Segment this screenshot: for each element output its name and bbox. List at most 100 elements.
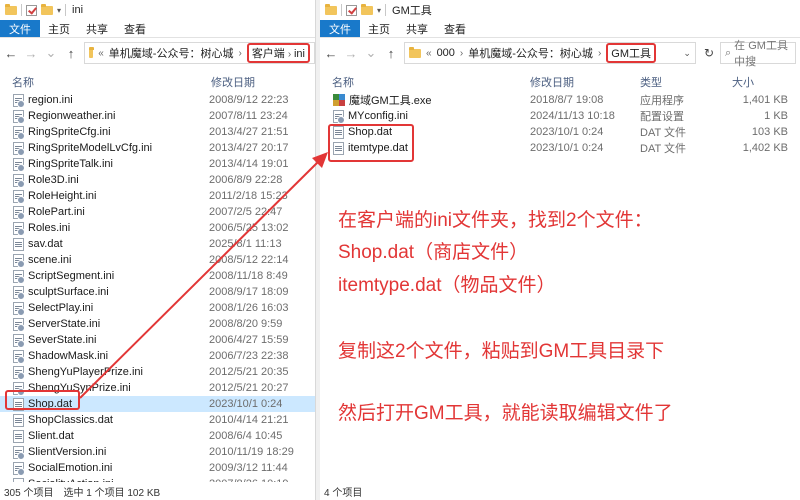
refresh-icon[interactable]: ↻ [702, 46, 714, 60]
up-icon[interactable]: ↑ [384, 46, 398, 61]
file-row[interactable]: Shop.dat 2023/10/1 0:24 DAT 文件 103 KB [320, 124, 800, 140]
file-date: 2008/8/20 9:59 [209, 318, 283, 330]
file-name: scene.ini [28, 254, 72, 266]
file-row[interactable]: RingSpriteModelLvCfg.ini 2013/4/27 20:17 [0, 140, 315, 156]
tab-view[interactable]: 查看 [436, 20, 474, 37]
toolbar-divider [385, 4, 387, 16]
file-row[interactable]: itemtype.dat 2023/10/1 0:24 DAT 文件 1,402 KB [320, 140, 800, 156]
config-file-icon [13, 189, 25, 204]
back-icon[interactable]: ← [4, 46, 18, 61]
file-row[interactable]: RingSpriteCfg.ini 2013/4/27 21:51 [0, 124, 315, 140]
file-row[interactable]: scene.ini 2008/5/12 22:14 [0, 252, 315, 268]
file-row[interactable]: sculptSurface.ini 2008/9/17 18:09 [0, 284, 315, 300]
breadcrumb-000[interactable]: 000 [437, 47, 455, 59]
breadcrumb-client-ini[interactable]: 客户端 › ini [246, 43, 310, 63]
file-row[interactable]: Role3D.ini 2006/8/9 22:28 [0, 172, 315, 188]
folder-icon[interactable] [325, 3, 337, 15]
file-row[interactable]: Regionweather.ini 2007/8/11 23:24 [0, 108, 315, 124]
tab-home[interactable]: 主页 [40, 20, 78, 37]
config-file-icon [13, 125, 25, 140]
file-row[interactable]: MYconfig.ini 2024/11/13 10:18 配置设置 1 KB [320, 108, 800, 124]
file-row[interactable]: ShengYuSynPrize.ini 2012/5/21 20:27 [0, 380, 315, 396]
file-row[interactable]: RoleHeight.ini 2011/2/18 15:23 [0, 188, 315, 204]
window-title: ini [72, 4, 84, 16]
file-row[interactable]: Roles.ini 2006/5/25 13:02 [0, 220, 315, 236]
file-row[interactable]: SeverState.ini 2006/4/27 15:59 [0, 332, 315, 348]
chevron-down-icon[interactable]: ▾ [57, 6, 61, 15]
forward-icon[interactable]: → [24, 46, 38, 61]
recent-chevron-icon[interactable]: ⌄ [364, 45, 378, 61]
file-row[interactable]: region.ini 2008/9/12 22:23 [0, 92, 315, 108]
breadcrumb-client[interactable]: 客户端 [252, 48, 285, 60]
breadcrumb-ini[interactable]: ini [294, 48, 305, 60]
file-row[interactable]: SelectPlay.ini 2008/1/26 16:03 [0, 300, 315, 316]
file-name: sculptSurface.ini [28, 286, 109, 298]
forward-icon[interactable]: → [344, 46, 358, 61]
tab-file[interactable]: 文件 [0, 20, 40, 37]
file-row[interactable]: Shop.dat 2023/10/1 0:24 [0, 396, 315, 412]
app-icon [333, 94, 345, 106]
quick-access-toolbar: ▾ [5, 3, 67, 16]
properties-icon[interactable] [346, 4, 357, 16]
tab-view[interactable]: 查看 [116, 20, 154, 37]
column-size[interactable]: 大小 [732, 74, 754, 90]
file-row[interactable]: ServerState.ini 2008/8/20 9:59 [0, 316, 315, 332]
file-row[interactable]: SocialEmotion.ini 2009/3/12 11:44 [0, 460, 315, 476]
file-row[interactable]: SlientVersion.ini 2010/11/19 18:29 [0, 444, 315, 460]
right-titlebar: ▾ GM工具 [320, 0, 800, 20]
folder-icon[interactable] [5, 3, 17, 15]
column-date[interactable]: 修改日期 [211, 74, 255, 90]
file-name: Roles.ini [28, 222, 71, 234]
properties-icon[interactable] [26, 4, 37, 16]
chevron-down-icon[interactable]: ⌄ [683, 48, 691, 59]
chevron-right-icon[interactable]: › [238, 48, 241, 59]
new-folder-icon[interactable] [41, 3, 53, 15]
file-row[interactable]: ShengYuPlayerPrize.ini 2012/5/21 20:35 [0, 364, 315, 380]
breadcrumb-root[interactable]: 单机魔域-公众号：树心城 [468, 45, 593, 61]
address-row: ← → ⌄ ↑ « 000 › 单机魔域-公众号：树心城 › GM工具 ⌄ ↻ … [320, 38, 800, 68]
column-date[interactable]: 修改日期 [530, 74, 574, 90]
address-bar[interactable]: « 单机魔域-公众号：树心城 › 客户端 › ini [84, 42, 315, 64]
breadcrumb-gm-tool[interactable]: GM工具 [606, 43, 657, 63]
file-row[interactable]: 魔域GM工具.exe 2018/8/7 19:08 应用程序 1,401 KB [320, 92, 800, 108]
breadcrumb-overflow[interactable]: « [98, 48, 104, 59]
config-file-icon [13, 317, 25, 332]
search-icon: ⌕ [725, 46, 732, 59]
tab-share[interactable]: 共享 [398, 20, 436, 37]
tab-share[interactable]: 共享 [78, 20, 116, 37]
file-row[interactable]: ShadowMask.ini 2006/7/23 22:38 [0, 348, 315, 364]
file-row[interactable]: ShopClassics.dat 2010/4/14 21:21 [0, 412, 315, 428]
file-row[interactable]: RolePart.ini 2007/2/5 22:47 [0, 204, 315, 220]
file-row[interactable]: RingSpriteTalk.ini 2013/4/14 19:01 [0, 156, 315, 172]
search-input[interactable]: ⌕ 在 GM工具 中搜 [720, 40, 796, 68]
file-date: 2012/5/21 20:35 [209, 366, 289, 378]
back-icon[interactable]: ← [324, 46, 338, 61]
file-date: 2006/8/9 22:28 [209, 174, 283, 186]
tab-home[interactable]: 主页 [360, 20, 398, 37]
file-icon [333, 141, 344, 155]
folder-icon [89, 46, 95, 58]
file-name: ShengYuPlayerPrize.ini [28, 366, 143, 378]
column-headers: 名称 修改日期 类型 大小 [320, 72, 800, 92]
breadcrumb-root[interactable]: 单机魔域-公众号：树心城 [109, 45, 234, 61]
chevron-right-icon[interactable]: › [460, 48, 463, 59]
chevron-right-icon[interactable]: › [598, 48, 601, 59]
file-row[interactable]: sav.dat 2025/8/1 11:13 [0, 236, 315, 252]
new-folder-icon[interactable] [361, 3, 373, 15]
file-date: 2007/8/11 23:24 [209, 110, 288, 122]
breadcrumb-overflow[interactable]: « [426, 48, 432, 59]
column-name[interactable]: 名称 [332, 74, 354, 90]
file-row[interactable]: Slient.dat 2008/6/4 10:45 [0, 428, 315, 444]
file-date: 2006/7/23 22:38 [209, 350, 289, 362]
file-name: MYconfig.ini [348, 110, 408, 122]
column-type[interactable]: 类型 [640, 74, 662, 90]
status-bar: 4 个项目 [320, 482, 800, 500]
file-date: 2018/8/7 19:08 [530, 94, 604, 106]
tab-file[interactable]: 文件 [320, 20, 360, 37]
file-row[interactable]: ScriptSegment.ini 2008/11/18 8:49 [0, 268, 315, 284]
address-bar[interactable]: « 000 › 单机魔域-公众号：树心城 › GM工具 ⌄ [404, 42, 696, 64]
column-name[interactable]: 名称 [12, 74, 34, 90]
recent-chevron-icon[interactable]: ⌄ [44, 45, 58, 61]
chevron-down-icon[interactable]: ▾ [377, 6, 381, 15]
up-icon[interactable]: ↑ [64, 46, 78, 61]
